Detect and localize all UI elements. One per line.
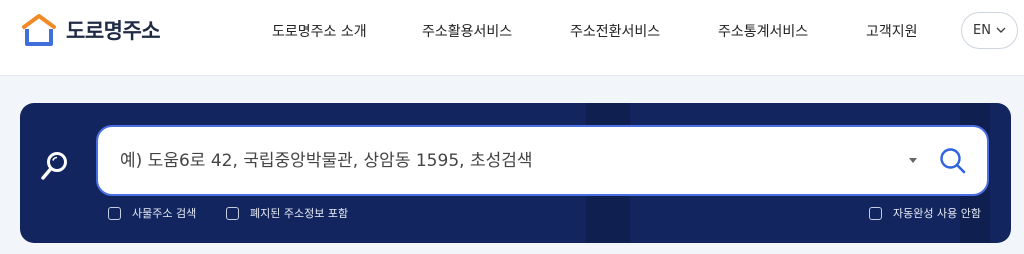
language-label: EN [973, 23, 991, 38]
nav-item-statistics[interactable]: 주소통계서비스 [718, 21, 808, 41]
option-object-address[interactable]: 사물주소 검색 [108, 205, 196, 221]
object-address-checkbox[interactable] [108, 206, 121, 220]
magnifier-icon [40, 149, 70, 187]
search-button[interactable] [936, 144, 970, 178]
nav-item-conversion[interactable]: 주소전환서비스 [570, 21, 660, 41]
disable-autocomplete-checkbox[interactable] [869, 206, 882, 220]
option-label: 폐지된 주소정보 포함 [250, 207, 349, 220]
search-input[interactable] [120, 127, 880, 194]
search-box [96, 125, 989, 196]
site-header: 도로명주소 도로명주소 소개 주소활용서비스 주소전환서비스 주소통계서비스 고… [0, 0, 1024, 76]
language-selector[interactable]: EN [961, 12, 1018, 49]
chevron-down-icon [996, 23, 1006, 38]
nav-item-intro[interactable]: 도로명주소 소개 [272, 21, 367, 41]
include-abolished-checkbox[interactable] [226, 206, 239, 220]
option-label: 자동완성 사용 안함 [893, 207, 981, 220]
nav-item-support[interactable]: 고객지원 [866, 21, 918, 41]
caret-down-icon[interactable] [909, 158, 917, 163]
search-panel: 사물주소 검색 폐지된 주소정보 포함 자동완성 사용 안함 [20, 103, 1011, 243]
option-label: 사물주소 검색 [132, 207, 197, 220]
search-icon [936, 148, 970, 181]
nav-item-utilization[interactable]: 주소활용서비스 [422, 21, 512, 41]
main-nav: 도로명주소 소개 주소활용서비스 주소전환서비스 주소통계서비스 고객지원 [0, 0, 1024, 62]
option-include-abolished[interactable]: 폐지된 주소정보 포함 [226, 205, 348, 221]
option-disable-autocomplete[interactable]: 자동완성 사용 안함 [869, 205, 981, 221]
